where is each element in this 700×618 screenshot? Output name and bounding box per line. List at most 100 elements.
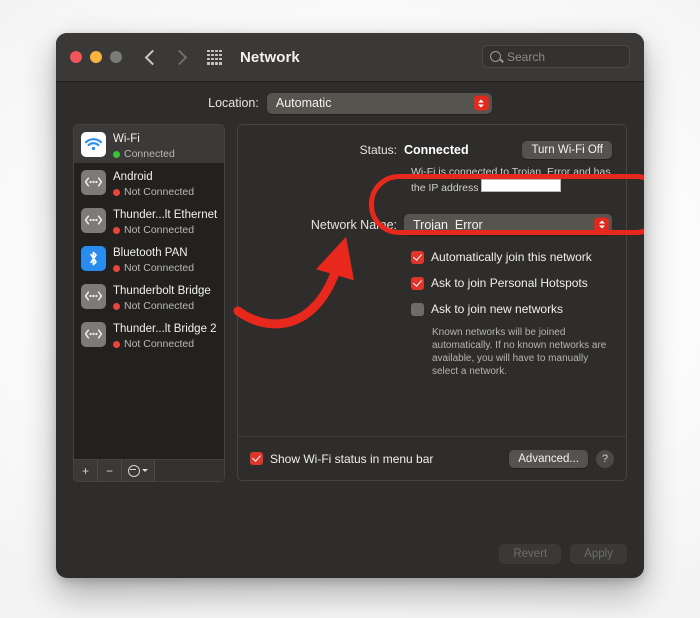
minimize-button[interactable] bbox=[90, 51, 102, 63]
service-status-label: Not Connected bbox=[124, 301, 194, 312]
wifi-options-checkboxes: Automatically join this network Ask to j… bbox=[411, 250, 612, 316]
service-name: Bluetooth PAN bbox=[113, 247, 188, 259]
status-led-disconnected bbox=[113, 265, 120, 272]
status-led-disconnected bbox=[113, 303, 120, 310]
status-led-disconnected bbox=[113, 341, 120, 348]
traffic-light-buttons bbox=[70, 51, 122, 63]
location-label: Location: bbox=[208, 96, 259, 110]
checkbox-label: Show Wi-Fi status in menu bar bbox=[270, 452, 433, 466]
checkbox-row-new-networks[interactable]: Ask to join new networks bbox=[411, 302, 612, 316]
status-led-connected bbox=[113, 151, 120, 158]
grid-view-icon[interactable] bbox=[207, 50, 222, 65]
status-led-disconnected bbox=[113, 227, 120, 234]
service-status-label: Connected bbox=[124, 149, 175, 160]
sidebar-item-text: Bluetooth PAN Not Connected bbox=[113, 243, 194, 274]
sidebar-item-bluetooth-pan[interactable]: Bluetooth PAN Not Connected bbox=[74, 239, 224, 277]
service-status: Not Connected bbox=[113, 263, 194, 274]
checkbox-personal-hotspots[interactable] bbox=[411, 277, 424, 290]
checkbox-label: Ask to join Personal Hotspots bbox=[431, 276, 588, 290]
checkbox-row-auto-join[interactable]: Automatically join this network bbox=[411, 250, 612, 264]
location-dropdown[interactable]: Automatic bbox=[267, 93, 492, 114]
service-status-label: Not Connected bbox=[124, 263, 194, 274]
service-status: Connected bbox=[113, 149, 175, 160]
navigation-buttons bbox=[147, 52, 185, 63]
new-networks-help-text: Known networks will be joined automatica… bbox=[432, 326, 612, 378]
service-status-label: Not Connected bbox=[124, 187, 194, 198]
checkbox-label: Ask to join new networks bbox=[431, 302, 563, 316]
network-name-value: Trojan_Error bbox=[404, 218, 483, 232]
remove-service-button[interactable]: − bbox=[98, 460, 122, 481]
ethernet-icon bbox=[81, 208, 106, 233]
service-status: Not Connected bbox=[113, 187, 194, 198]
checkbox-label: Automatically join this network bbox=[431, 250, 592, 264]
apply-button[interactable]: Apply bbox=[570, 544, 627, 564]
sidebar-item-android[interactable]: Android Not Connected bbox=[74, 163, 224, 201]
status-description: Wi-Fi is connected to Trojan_Error and h… bbox=[411, 165, 612, 195]
service-status: Not Connected bbox=[113, 301, 211, 312]
service-name: Thunder...lt Bridge 2 bbox=[113, 323, 217, 335]
sidebar-item-text: Thunder...lt Bridge 2 Not Connected bbox=[113, 319, 217, 350]
service-status-label: Not Connected bbox=[124, 225, 194, 236]
sidebar-item-wi-fi[interactable]: Wi-Fi Connected bbox=[74, 125, 224, 163]
page-title: Network bbox=[240, 49, 300, 66]
turn-wifi-off-button[interactable]: Turn Wi-Fi Off bbox=[522, 141, 612, 159]
gear-icon bbox=[128, 465, 140, 477]
close-button[interactable] bbox=[70, 51, 82, 63]
search-field[interactable]: Search bbox=[482, 45, 630, 68]
status-led-disconnected bbox=[113, 189, 120, 196]
service-name: Wi-Fi bbox=[113, 133, 140, 145]
service-name: Android bbox=[113, 171, 153, 183]
sidebar-item-text: Wi-Fi Connected bbox=[113, 129, 175, 160]
wifi-detail-panel: Status: Connected Turn Wi-Fi Off Wi-Fi i… bbox=[237, 124, 627, 481]
window-titlebar: Network Search bbox=[56, 33, 644, 82]
status-label: Status: bbox=[252, 143, 404, 157]
chevron-updown-icon bbox=[474, 96, 489, 111]
chevron-updown-icon bbox=[594, 217, 609, 232]
service-status: Not Connected bbox=[113, 339, 217, 350]
help-button[interactable]: ? bbox=[596, 450, 614, 468]
location-selected-value: Automatic bbox=[267, 96, 332, 110]
ethernet-icon bbox=[81, 322, 106, 347]
checkbox-show-wifi-status[interactable] bbox=[250, 452, 263, 465]
service-status: Not Connected bbox=[113, 225, 217, 236]
network-services-list: Wi-Fi Connected bbox=[73, 124, 225, 460]
search-icon bbox=[490, 51, 501, 62]
network-name-row: Network Name: Trojan_Error bbox=[252, 214, 612, 235]
bluetooth-icon bbox=[81, 246, 106, 271]
sidebar-toolbar: + − bbox=[73, 460, 225, 482]
wifi-icon bbox=[81, 132, 106, 157]
actions-menu-button[interactable] bbox=[122, 460, 155, 481]
sidebar-item-thunderbolt-bridge-2[interactable]: Thunder...lt Bridge 2 Not Connected bbox=[74, 315, 224, 353]
chevron-down-icon bbox=[142, 469, 148, 472]
sidebar-item-text: Android Not Connected bbox=[113, 167, 194, 198]
checkbox-row-menubar-status[interactable]: Show Wi-Fi status in menu bar bbox=[250, 452, 501, 466]
search-placeholder: Search bbox=[507, 50, 545, 64]
revert-button[interactable]: Revert bbox=[499, 544, 561, 564]
sidebar-item-text: Thunder...lt Ethernet Not Connected bbox=[113, 205, 217, 236]
advanced-button[interactable]: Advanced... bbox=[509, 450, 588, 468]
location-row: Location: Automatic bbox=[56, 82, 644, 124]
network-name-dropdown[interactable]: Trojan_Error bbox=[404, 214, 612, 235]
zoom-button[interactable] bbox=[110, 51, 122, 63]
checkbox-row-personal-hotspots[interactable]: Ask to join Personal Hotspots bbox=[411, 276, 612, 290]
network-name-label: Network Name: bbox=[252, 218, 404, 232]
back-chevron-icon[interactable] bbox=[145, 49, 161, 65]
checkbox-new-networks[interactable] bbox=[411, 303, 424, 316]
status-value: Connected bbox=[404, 143, 522, 157]
ethernet-icon bbox=[81, 170, 106, 195]
panel-bottom-bar: Show Wi-Fi status in menu bar Advanced..… bbox=[238, 436, 626, 480]
forward-chevron-icon[interactable] bbox=[172, 49, 188, 65]
footer-buttons: Revert Apply bbox=[499, 544, 627, 564]
sidebar-item-text: Thunderbolt Bridge Not Connected bbox=[113, 281, 211, 312]
checkbox-auto-join[interactable] bbox=[411, 251, 424, 264]
service-name: Thunder...lt Ethernet bbox=[113, 209, 217, 221]
add-service-button[interactable]: + bbox=[74, 460, 98, 481]
service-status-label: Not Connected bbox=[124, 339, 194, 350]
service-name: Thunderbolt Bridge bbox=[113, 285, 211, 297]
sidebar-item-thunderbolt-ethernet[interactable]: Thunder...lt Ethernet Not Connected bbox=[74, 201, 224, 239]
sidebar-item-thunderbolt-bridge[interactable]: Thunderbolt Bridge Not Connected bbox=[74, 277, 224, 315]
services-sidebar: Wi-Fi Connected bbox=[73, 124, 225, 482]
status-row: Status: Connected Turn Wi-Fi Off bbox=[252, 141, 612, 159]
network-preferences-window: Network Search Location: Automatic bbox=[56, 33, 644, 578]
toolbar-filler bbox=[155, 460, 224, 481]
